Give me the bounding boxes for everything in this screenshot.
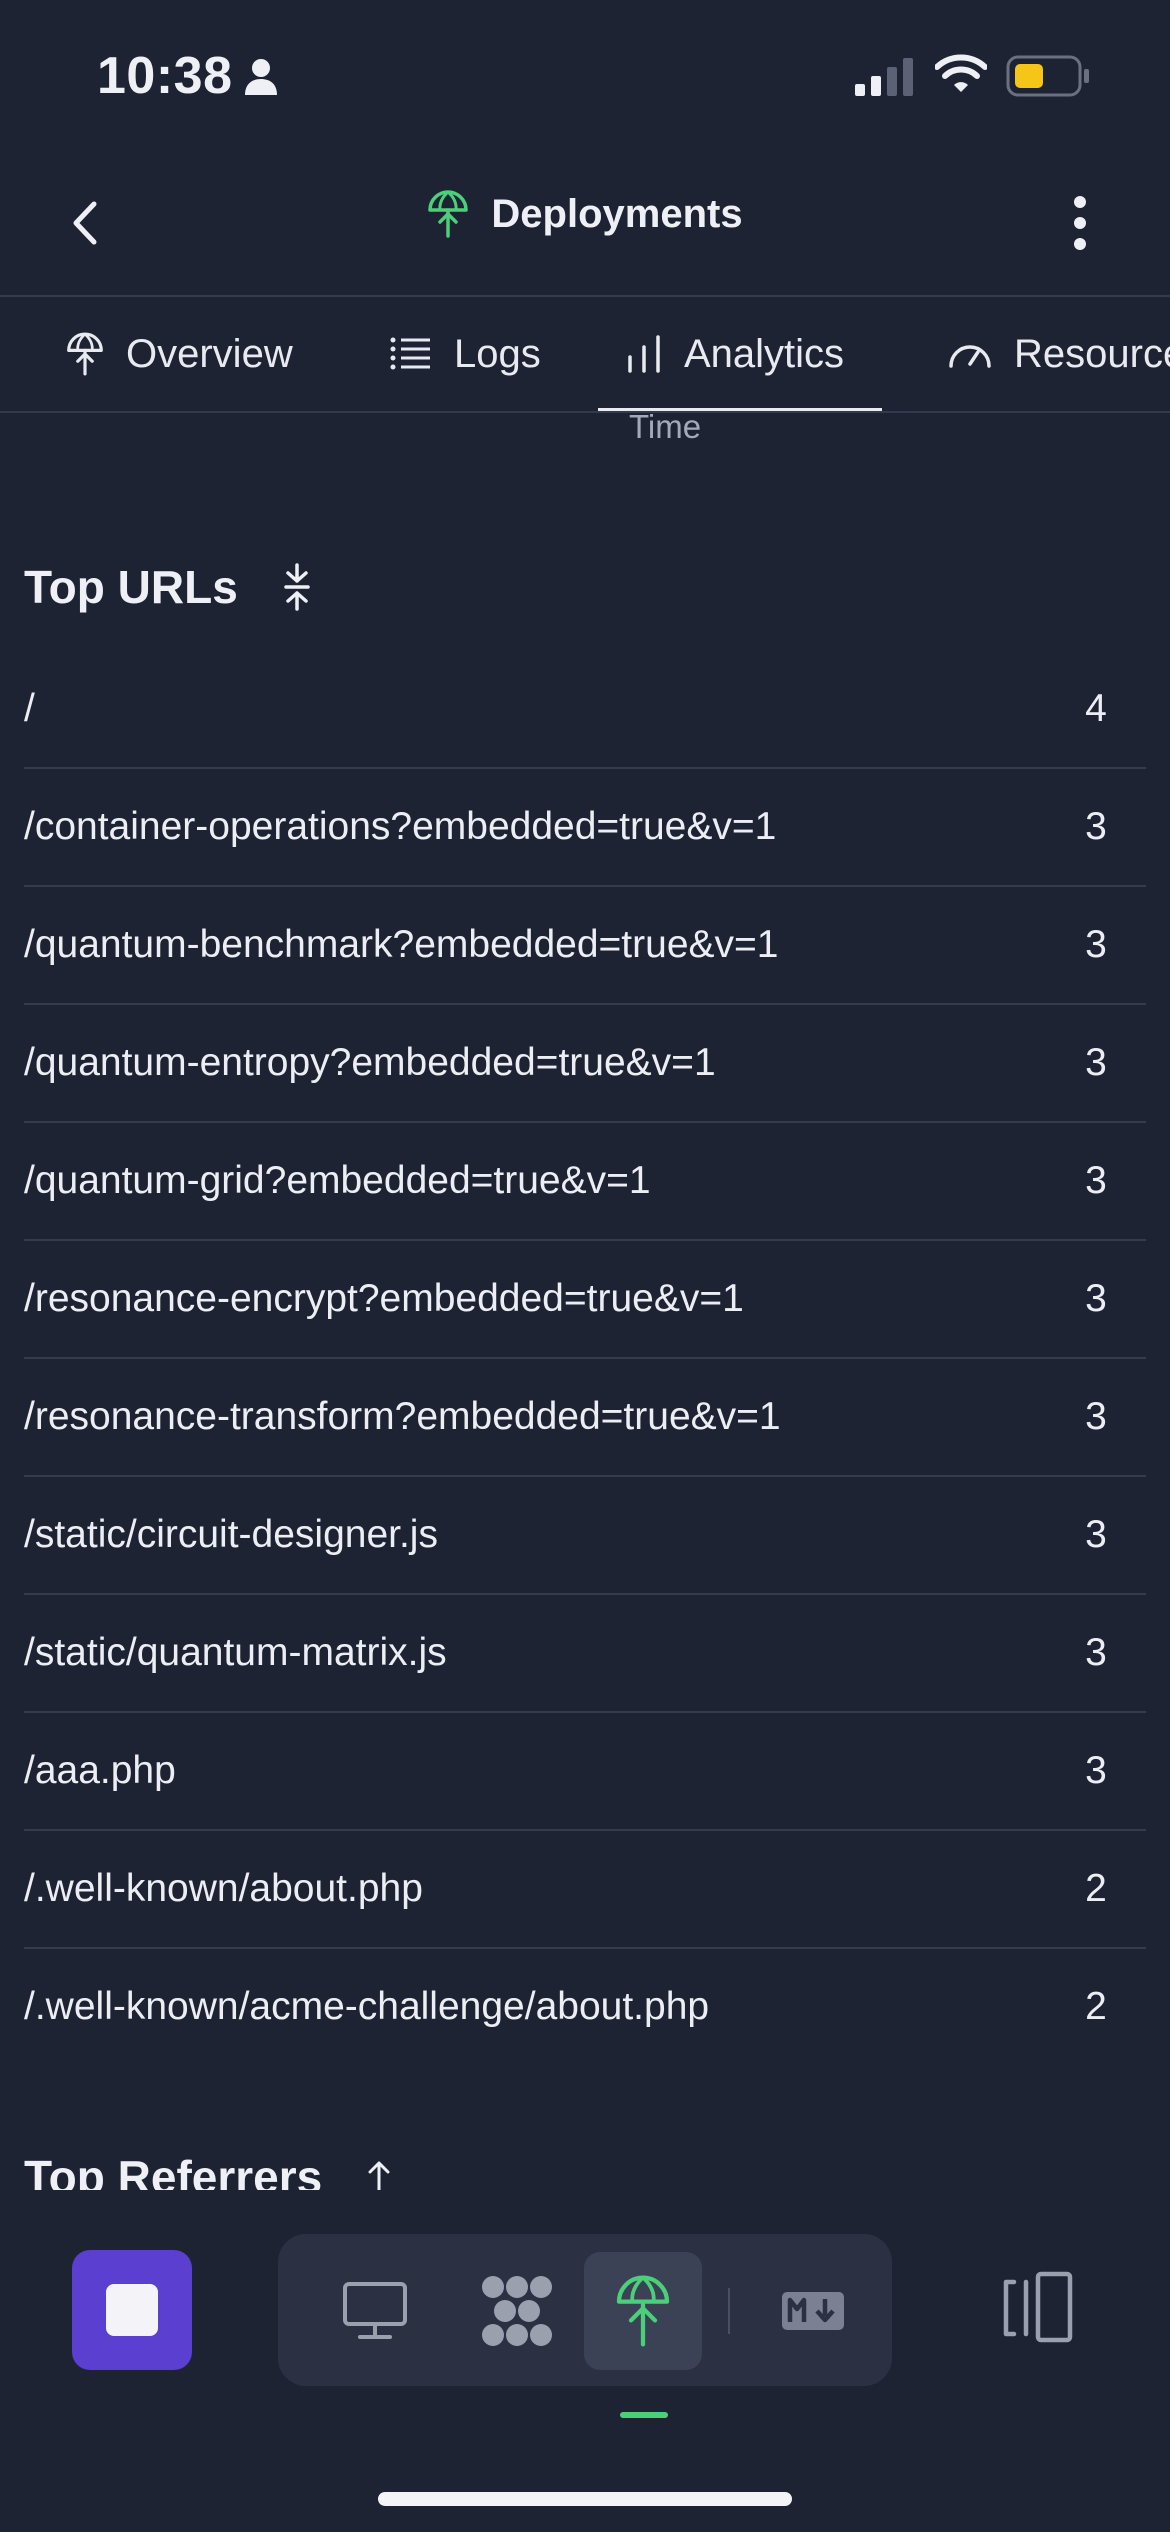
tab-label: Analytics: [684, 331, 845, 376]
deployment-icon: [67, 332, 103, 376]
top-referrers-header: Top Referrers: [24, 2140, 392, 2190]
home-indicator: [378, 2492, 792, 2506]
apps-button[interactable]: [458, 2252, 576, 2370]
list-item[interactable]: /aaa.php 3: [24, 1713, 1146, 1831]
active-indicator: [620, 2412, 668, 2418]
markdown-icon: [782, 2292, 844, 2330]
more-options-button[interactable]: [1058, 188, 1102, 258]
status-time: 10:38: [97, 47, 233, 105]
stop-icon: [106, 2284, 158, 2336]
list-item[interactable]: /quantum-grid?embedded=true&v=1 3: [24, 1123, 1146, 1241]
tab-overview[interactable]: Overview: [66, 297, 293, 411]
gauge-icon: [949, 345, 991, 368]
url-count: 3: [1085, 1749, 1107, 1792]
tab-label: Resources: [1014, 331, 1170, 376]
nav-bar: Deployments: [0, 150, 1170, 297]
list-item[interactable]: /static/circuit-designer.js 3: [24, 1477, 1146, 1595]
url-count: 3: [1085, 1631, 1107, 1674]
url-count: 3: [1085, 1159, 1107, 1202]
url-count: 2: [1085, 1867, 1107, 1910]
dock-divider: [728, 2288, 730, 2334]
url-count: 3: [1085, 1395, 1107, 1438]
tab-analytics[interactable]: Analytics: [597, 297, 883, 411]
top-urls-list: /4 /container-operations?embedded=true&v…: [24, 651, 1146, 2065]
list-item[interactable]: /resonance-encrypt?embedded=true&v=1 3: [24, 1241, 1146, 1359]
deployment-icon: [428, 190, 469, 238]
list-item[interactable]: /static/quantum-matrix.js 3: [24, 1595, 1146, 1713]
bottom-toolbar: [0, 2190, 1170, 2532]
url-count: 3: [1085, 1277, 1107, 1320]
sidebar-panel-icon[interactable]: [998, 2268, 1078, 2348]
bar-chart-icon: [628, 335, 660, 373]
url-count: 4: [1085, 687, 1107, 730]
url-path: /resonance-encrypt?embedded=true&v=1: [24, 1277, 744, 1320]
tab-resources[interactable]: Resources: [948, 297, 1170, 411]
list-icon: [390, 337, 430, 370]
wifi-icon: [935, 54, 987, 92]
deployments-button[interactable]: [584, 2252, 702, 2370]
section-title: Top Referrers: [24, 2151, 323, 2190]
monitor-button[interactable]: [316, 2252, 434, 2370]
url-path: /.well-known/acme-challenge/about.php: [24, 1985, 710, 2028]
list-item[interactable]: /container-operations?embedded=true&v=1 3: [24, 769, 1146, 887]
chart-axis-label: Time: [628, 408, 702, 445]
page-title: Deployments: [491, 191, 743, 236]
list-item[interactable]: /resonance-transform?embedded=true&v=1 3: [24, 1359, 1146, 1477]
url-count: 3: [1085, 1041, 1107, 1084]
url-path: /static/circuit-designer.js: [24, 1513, 438, 1556]
tab-logs[interactable]: Logs: [390, 297, 541, 411]
tab-bar: Overview Logs Analytics Resources: [0, 297, 1170, 413]
list-item[interactable]: /.well-known/acme-challenge/about.php 2: [24, 1949, 1146, 2065]
battery-icon: [1006, 55, 1089, 97]
monitor-icon: [343, 2282, 407, 2339]
tab-label: Overview: [126, 331, 293, 376]
markdown-button[interactable]: [754, 2252, 872, 2370]
url-path: /quantum-entropy?embedded=true&v=1: [24, 1041, 716, 1084]
cellular-signal-icon: [855, 58, 913, 96]
apps-icon: [482, 2276, 552, 2346]
url-count: 2: [1085, 1985, 1107, 2028]
url-path: /.well-known/about.php: [24, 1867, 423, 1910]
url-count: 3: [1085, 923, 1107, 966]
url-path: /static/quantum-matrix.js: [24, 1631, 447, 1674]
url-path: /: [24, 687, 35, 730]
list-item[interactable]: /quantum-benchmark?embedded=true&v=1 3: [24, 887, 1146, 1005]
arrow-up-icon[interactable]: [366, 2160, 392, 2190]
url-path: /aaa.php: [24, 1749, 176, 1792]
url-count: 3: [1085, 1513, 1107, 1556]
list-item[interactable]: /quantum-entropy?embedded=true&v=1 3: [24, 1005, 1146, 1123]
top-urls-header: Top URLs: [24, 560, 312, 614]
url-path: /quantum-grid?embedded=true&v=1: [24, 1159, 651, 1202]
collapse-icon[interactable]: [282, 563, 312, 611]
url-path: /quantum-benchmark?embedded=true&v=1: [24, 923, 779, 966]
tab-label: Logs: [454, 331, 541, 376]
url-path: /container-operations?embedded=true&v=1: [24, 805, 777, 848]
url-path: /resonance-transform?embedded=true&v=1: [24, 1395, 781, 1438]
app-dock: [278, 2234, 892, 2386]
deployment-icon: [616, 2275, 670, 2347]
list-item[interactable]: /.well-known/about.php 2: [24, 1831, 1146, 1949]
url-count: 3: [1085, 805, 1107, 848]
list-item[interactable]: /4: [24, 651, 1146, 769]
status-bar: 10:38: [0, 0, 1170, 150]
person-icon: [245, 59, 277, 95]
section-title: Top URLs: [24, 561, 238, 613]
stop-button[interactable]: [72, 2250, 192, 2370]
